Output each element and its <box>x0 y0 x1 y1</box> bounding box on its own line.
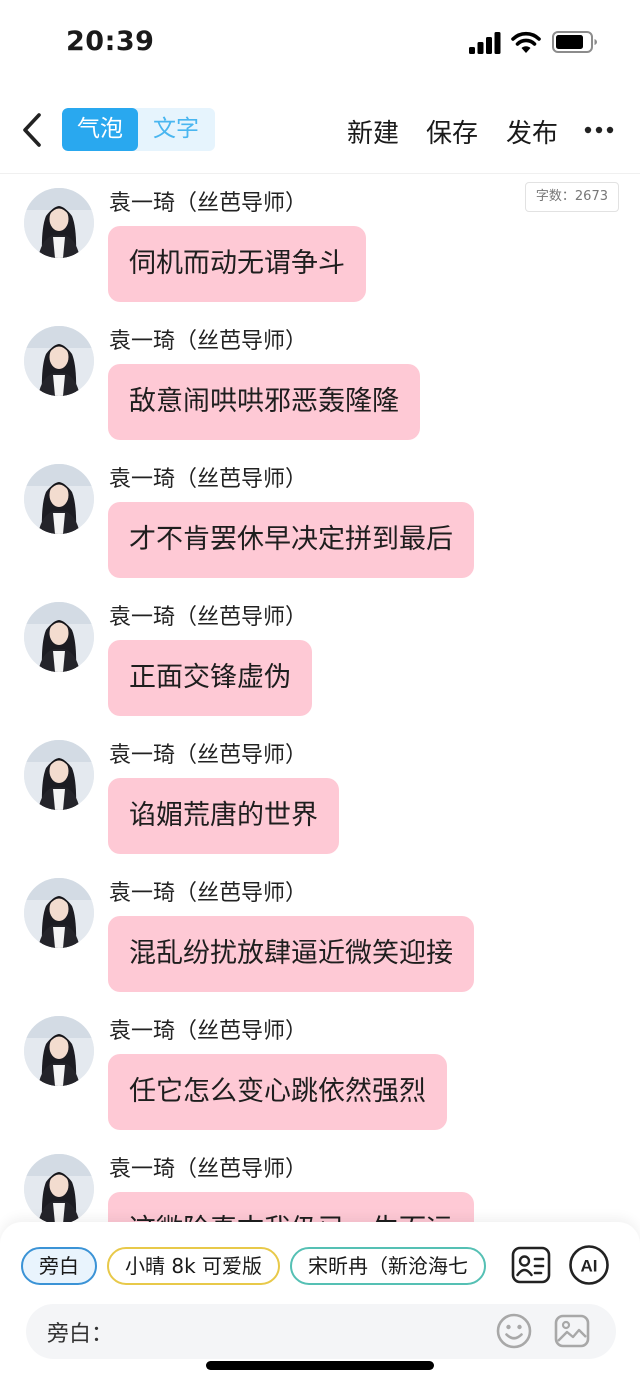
role-chip-xiaoqing[interactable]: 小晴 8k 可爱版 <box>107 1247 281 1285</box>
message-bubble[interactable]: 正面交锋虚伪 <box>108 640 312 716</box>
sender-name: 袁一琦（丝芭导师） <box>109 329 308 354</box>
more-icon[interactable] <box>584 126 614 134</box>
sender-name: 袁一琦（丝芭导师） <box>109 1019 308 1044</box>
ai-label: AI <box>581 1257 598 1276</box>
chat-message[interactable]: 袁一琦（丝芭导师） 谄媚荒唐的世界 <box>0 727 640 865</box>
word-count-badge: 字数：2673 <box>524 182 619 212</box>
chat-message[interactable]: 袁一琦（丝芭导师） 这微险真古我仍已一生而远 <box>0 1141 640 1222</box>
sender-name: 袁一琦（丝芭导师） <box>109 743 308 768</box>
avatar[interactable] <box>24 1016 94 1086</box>
chat-message[interactable]: 袁一琦（丝芭导师） 正面交锋虚伪 <box>0 589 640 727</box>
message-bubble[interactable]: 任它怎么变心跳依然强烈 <box>108 1054 447 1130</box>
avatar[interactable] <box>24 1154 94 1222</box>
avatar[interactable] <box>24 326 94 396</box>
tab-text[interactable]: 文字 <box>138 108 214 151</box>
message-bubble[interactable]: 伺机而动无谓争斗 <box>108 226 366 302</box>
image-icon[interactable] <box>553 1312 591 1350</box>
avatar[interactable] <box>24 740 94 810</box>
new-button[interactable]: 新建 <box>347 113 399 150</box>
chat-message[interactable]: 袁一琦（丝芭导师） 才不肯罢休早决定拼到最后 <box>0 451 640 589</box>
back-chevron-icon[interactable] <box>18 110 46 150</box>
publish-button[interactable]: 发布 <box>506 113 558 150</box>
message-bubble[interactable]: 这微险真古我仍已一生而远 <box>108 1192 474 1222</box>
nav-bar: 气泡 文字 新建 保存 发布 <box>0 88 640 174</box>
input-role-label: 旁白： <box>47 1322 114 1347</box>
role-chip-list[interactable]: 旁白 小晴 8k 可爱版 宋昕冉（新沧海七 <box>21 1247 491 1287</box>
chat-list[interactable]: 袁一琦（丝芭导师） 这微险真古我仍已一生而远 袁一琦（丝芭导师） 任它怎么变心跳依然强… <box>0 175 640 1222</box>
status-time: 20:39 <box>66 26 155 57</box>
mode-segmented-control: 气泡 文字 <box>62 108 215 151</box>
message-bubble[interactable]: 才不肯罢休早决定拼到最后 <box>108 502 474 578</box>
battery-icon <box>552 31 597 53</box>
wifi-icon <box>511 31 541 53</box>
sender-name: 袁一琦（丝芭导师） <box>109 605 308 630</box>
home-indicator <box>206 1361 434 1370</box>
message-bubble[interactable]: 混乱纷扰放肆逼近微笑迎接 <box>108 916 474 992</box>
sender-name: 袁一琦（丝芭导师） <box>109 1157 308 1182</box>
chat-message[interactable]: 袁一琦（丝芭导师） 混乱纷扰放肆逼近微笑迎接 <box>0 865 640 1003</box>
tab-bubble[interactable]: 气泡 <box>62 108 138 151</box>
message-bubble[interactable]: 谄媚荒唐的世界 <box>108 778 339 854</box>
role-chip-narration[interactable]: 旁白 <box>21 1247 97 1285</box>
role-chip-songxinran[interactable]: 宋昕冉（新沧海七 <box>290 1247 487 1285</box>
avatar[interactable] <box>24 878 94 948</box>
ai-icon[interactable]: AI <box>568 1244 610 1286</box>
chat-message[interactable]: 袁一琦（丝芭导师） 任它怎么变心跳依然强烈 <box>0 1003 640 1141</box>
avatar[interactable] <box>24 602 94 672</box>
save-button[interactable]: 保存 <box>426 113 478 150</box>
contact-card-icon[interactable] <box>510 1244 552 1286</box>
signal-icon <box>469 32 501 54</box>
message-bubble[interactable]: 敌意闹哄哄邪恶轰隆隆 <box>108 364 420 440</box>
sender-name: 袁一琦（丝芭导师） <box>109 881 308 906</box>
status-bar: 20:39 <box>0 0 640 88</box>
message-input[interactable]: 旁白： <box>26 1304 616 1359</box>
sender-name: 袁一琦（丝芭导师） <box>109 191 308 216</box>
avatar[interactable] <box>24 188 94 258</box>
sender-name: 袁一琦（丝芭导师） <box>109 467 308 492</box>
avatar[interactable] <box>24 464 94 534</box>
emoji-icon[interactable] <box>495 1312 533 1350</box>
chat-message[interactable]: 袁一琦（丝芭导师） 敌意闹哄哄邪恶轰隆隆 <box>0 313 640 451</box>
